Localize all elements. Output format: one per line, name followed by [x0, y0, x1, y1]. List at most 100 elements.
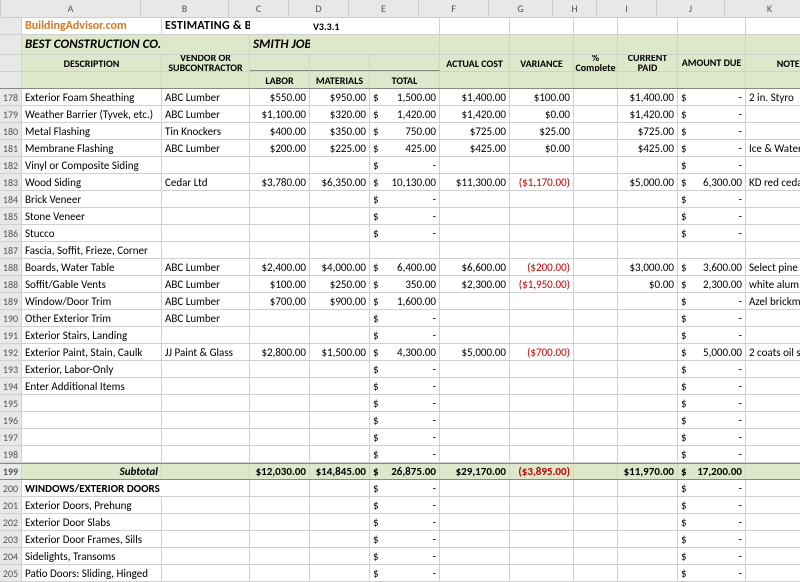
- desc-cell[interactable]: Soffit/Gable Vents: [22, 276, 162, 292]
- variance-cell[interactable]: [510, 548, 574, 564]
- paid-cell[interactable]: $1,400.00: [618, 89, 678, 105]
- actual-cell[interactable]: [440, 327, 510, 343]
- materials-cell[interactable]: $4,000.00: [310, 259, 370, 275]
- paid-cell[interactable]: $1,420.00: [618, 106, 678, 122]
- pct-cell[interactable]: [574, 497, 618, 513]
- materials-cell[interactable]: [310, 327, 370, 343]
- labor-cell[interactable]: [250, 310, 310, 326]
- due-cell[interactable]: $-: [678, 531, 746, 547]
- actual-cell[interactable]: [440, 497, 510, 513]
- desc-cell[interactable]: Exterior, Labor-Only: [22, 361, 162, 377]
- materials-cell[interactable]: [310, 429, 370, 445]
- variance-cell[interactable]: [510, 293, 574, 309]
- materials-cell[interactable]: [310, 310, 370, 326]
- materials-cell[interactable]: [310, 242, 370, 258]
- vendor-cell[interactable]: [162, 157, 250, 173]
- total-cell[interactable]: $-: [370, 497, 440, 513]
- total-cell[interactable]: $-: [370, 446, 440, 462]
- labor-cell[interactable]: [250, 395, 310, 411]
- col-J[interactable]: J: [657, 0, 725, 17]
- desc-cell[interactable]: [22, 429, 162, 445]
- desc-cell[interactable]: [22, 446, 162, 462]
- notes-cell[interactable]: [746, 123, 800, 139]
- job-name[interactable]: SMITH JOB: [250, 35, 310, 54]
- actual-cell[interactable]: $1,400.00: [440, 89, 510, 105]
- total-cell[interactable]: $350.00: [370, 276, 440, 292]
- col-F[interactable]: F: [419, 0, 489, 17]
- materials-cell[interactable]: $900.00: [310, 293, 370, 309]
- labor-cell[interactable]: $2,800.00: [250, 344, 310, 360]
- due-cell[interactable]: $-: [678, 361, 746, 377]
- total-cell[interactable]: $-: [370, 327, 440, 343]
- labor-cell[interactable]: [250, 412, 310, 428]
- materials-cell[interactable]: [310, 531, 370, 547]
- vendor-cell[interactable]: Cedar Ltd: [162, 174, 250, 190]
- materials-cell[interactable]: $225.00: [310, 140, 370, 156]
- company-name[interactable]: BEST CONSTRUCTION CO.: [22, 35, 162, 54]
- due-cell[interactable]: $2,300.00: [678, 276, 746, 292]
- variance-cell[interactable]: $0.00: [510, 106, 574, 122]
- vendor-cell[interactable]: Tin Knockers: [162, 123, 250, 139]
- materials-cell[interactable]: [310, 157, 370, 173]
- variance-cell[interactable]: $100.00: [510, 89, 574, 105]
- variance-cell[interactable]: [510, 191, 574, 207]
- due-cell[interactable]: $-: [678, 548, 746, 564]
- paid-cell[interactable]: [618, 429, 678, 445]
- labor-cell[interactable]: $700.00: [250, 293, 310, 309]
- variance-cell[interactable]: [510, 327, 574, 343]
- vendor-cell[interactable]: ABC Lumber: [162, 106, 250, 122]
- due-cell[interactable]: $-: [678, 429, 746, 445]
- total-cell[interactable]: $-: [370, 429, 440, 445]
- paid-cell[interactable]: $0.00: [618, 276, 678, 292]
- brand-link[interactable]: BuildingAdvisor.com: [22, 18, 162, 34]
- labor-cell[interactable]: $1,100.00: [250, 106, 310, 122]
- subtotal-actual[interactable]: $29,170.00: [440, 464, 510, 479]
- vendor-cell[interactable]: ABC Lumber: [162, 89, 250, 105]
- vendor-cell[interactable]: ABC Lumber: [162, 310, 250, 326]
- paid-cell[interactable]: $3,000.00: [618, 259, 678, 275]
- paid-cell[interactable]: [618, 565, 678, 581]
- labor-cell[interactable]: $400.00: [250, 123, 310, 139]
- notes-cell[interactable]: [746, 361, 800, 377]
- pct-cell[interactable]: [574, 191, 618, 207]
- actual-cell[interactable]: $425.00: [440, 140, 510, 156]
- subtotal-due[interactable]: $17,200.00: [678, 464, 746, 479]
- notes-cell[interactable]: [746, 412, 800, 428]
- notes-cell[interactable]: [746, 310, 800, 326]
- subtotal-variance[interactable]: ($3,895.00): [510, 464, 574, 479]
- notes-cell[interactable]: white alum: [746, 276, 800, 292]
- desc-cell[interactable]: Exterior Stairs, Landing: [22, 327, 162, 343]
- vendor-cell[interactable]: JJ Paint & Glass: [162, 344, 250, 360]
- pct-cell[interactable]: [574, 242, 618, 258]
- paid-cell[interactable]: [618, 361, 678, 377]
- due-cell[interactable]: $-: [678, 123, 746, 139]
- vendor-cell[interactable]: [162, 446, 250, 462]
- labor-cell[interactable]: [250, 191, 310, 207]
- desc-cell[interactable]: Vinyl or Composite Siding: [22, 157, 162, 173]
- labor-cell[interactable]: [250, 361, 310, 377]
- pct-cell[interactable]: [574, 89, 618, 105]
- variance-cell[interactable]: ($1,170.00): [510, 174, 574, 190]
- total-cell[interactable]: $-: [370, 157, 440, 173]
- due-cell[interactable]: $-: [678, 208, 746, 224]
- actual-cell[interactable]: [440, 412, 510, 428]
- pct-cell[interactable]: [574, 157, 618, 173]
- pct-cell[interactable]: [574, 225, 618, 241]
- vendor-cell[interactable]: ABC Lumber: [162, 293, 250, 309]
- pct-cell[interactable]: [574, 310, 618, 326]
- total-cell[interactable]: $-: [370, 548, 440, 564]
- labor-cell[interactable]: [250, 157, 310, 173]
- due-cell[interactable]: $-: [678, 497, 746, 513]
- notes-cell[interactable]: 2 coats oil stain: [746, 344, 800, 360]
- col-G[interactable]: G: [489, 0, 553, 17]
- pct-cell[interactable]: [574, 208, 618, 224]
- notes-cell[interactable]: Azel brickmold: [746, 293, 800, 309]
- desc-cell[interactable]: Window/Door Trim: [22, 293, 162, 309]
- pct-cell[interactable]: [574, 412, 618, 428]
- total-cell[interactable]: $-: [370, 565, 440, 581]
- col-K[interactable]: K: [725, 0, 800, 17]
- materials-cell[interactable]: $350.00: [310, 123, 370, 139]
- vendor-cell[interactable]: [162, 531, 250, 547]
- due-cell[interactable]: $-: [678, 327, 746, 343]
- variance-cell[interactable]: ($700.00): [510, 344, 574, 360]
